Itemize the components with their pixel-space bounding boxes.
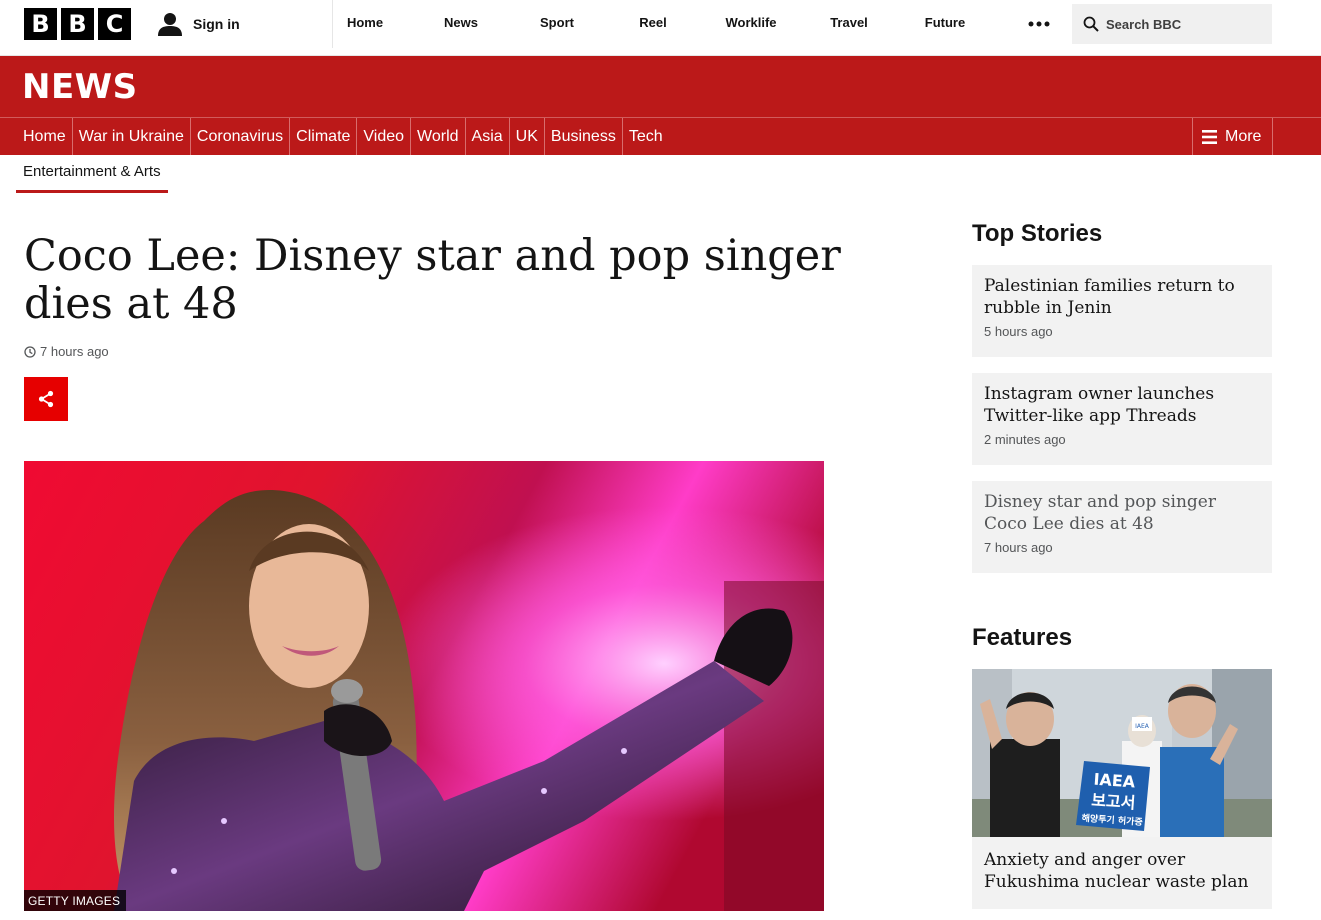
section-nav-climate[interactable]: Climate bbox=[289, 118, 356, 155]
more-dots-icon[interactable] bbox=[1025, 10, 1053, 38]
subsection-entertainment-arts[interactable]: Entertainment & Arts bbox=[16, 155, 168, 193]
top-story-time: 5 hours ago bbox=[984, 324, 1053, 339]
section-nav-coronavirus[interactable]: Coronavirus bbox=[189, 118, 289, 155]
more-menu-label: More bbox=[1225, 127, 1262, 145]
top-stories-heading: Top Stories bbox=[972, 220, 1103, 247]
section-nav-label: Video bbox=[363, 127, 405, 145]
section-nav-business[interactable]: Business bbox=[543, 118, 622, 155]
global-nav-travel[interactable]: Travel bbox=[785, 0, 913, 46]
feature-card[interactable]: IAEA IAEA 보고서 해양투기 허가증 Anxiety and anger… bbox=[972, 669, 1272, 909]
top-story-time: 2 minutes ago bbox=[984, 432, 1066, 447]
section-nav-war-in-ukraine[interactable]: War in Ukraine bbox=[71, 118, 190, 155]
global-nav-reel[interactable]: Reel bbox=[589, 0, 717, 46]
section-nav-asia[interactable]: Asia bbox=[464, 118, 509, 155]
search-input[interactable]: Search BBC bbox=[1072, 4, 1272, 44]
global-nav-news[interactable]: News bbox=[397, 0, 525, 46]
section-nav-label: Home bbox=[23, 127, 66, 145]
section-nav-uk[interactable]: UK bbox=[508, 118, 544, 155]
more-menu-button[interactable]: More bbox=[1192, 118, 1273, 155]
top-story-title: Palestinian families return to rubble in… bbox=[984, 276, 1235, 318]
global-nav: Home News Sport Reel Worklife Travel Fut… bbox=[332, 0, 1050, 48]
share-icon bbox=[38, 390, 54, 408]
sign-in-button[interactable]: Sign in bbox=[157, 10, 240, 38]
iaea-small-badge: IAEA bbox=[1135, 723, 1150, 730]
search-placeholder: Search BBC bbox=[1106, 16, 1182, 32]
bbc-logo-letter: C bbox=[98, 8, 131, 40]
section-nav-video[interactable]: Video bbox=[356, 118, 410, 155]
ellipsis-icon bbox=[1028, 21, 1050, 27]
global-nav-sport[interactable]: Sport bbox=[525, 0, 589, 46]
section-nav-label: Business bbox=[550, 127, 616, 145]
protest-sign-line: 보고서 bbox=[1091, 790, 1136, 812]
article-hero-image: GETTY IMAGES bbox=[24, 461, 824, 911]
feature-title: Anxiety and anger over Fukushima nuclear… bbox=[984, 850, 1249, 892]
top-story-title: Instagram owner launches Twitter-like ap… bbox=[984, 384, 1215, 426]
coco-lee-performing-photo bbox=[24, 461, 824, 911]
image-credit: GETTY IMAGES bbox=[24, 890, 127, 911]
bbc-global-header: B B C Sign in Home News Sport Reel Workl… bbox=[0, 0, 1321, 56]
protest-sign-line: IAEA bbox=[1093, 770, 1136, 792]
section-nav-world[interactable]: World bbox=[410, 118, 465, 155]
top-story-time: 7 hours ago bbox=[984, 540, 1053, 555]
bbc-logo-letter: B bbox=[61, 8, 94, 40]
features-heading: Features bbox=[972, 624, 1073, 651]
top-story-card[interactable]: Instagram owner launches Twitter-like ap… bbox=[972, 373, 1272, 465]
article-timestamp: 7 hours ago bbox=[24, 344, 109, 359]
fukushima-protest-photo: IAEA IAEA 보고서 해양투기 허가증 bbox=[972, 669, 1272, 837]
section-nav-label: World bbox=[417, 127, 459, 145]
global-nav-worklife[interactable]: Worklife bbox=[717, 0, 785, 46]
sign-in-label: Sign in bbox=[193, 16, 240, 32]
search-icon bbox=[1083, 16, 1099, 32]
news-section-nav: Home War in Ukraine Coronavirus Climate … bbox=[0, 117, 1321, 155]
global-nav-home[interactable]: Home bbox=[333, 0, 397, 46]
bbc-logo-letter: B bbox=[24, 8, 57, 40]
section-nav-label: UK bbox=[515, 127, 538, 145]
section-nav-label: Asia bbox=[471, 127, 503, 145]
section-nav-home[interactable]: Home bbox=[17, 118, 72, 155]
global-nav-future[interactable]: Future bbox=[913, 0, 977, 46]
clock-icon bbox=[24, 345, 36, 358]
section-nav-tech[interactable]: Tech bbox=[621, 118, 669, 155]
timestamp-text: 7 hours ago bbox=[40, 344, 109, 359]
share-button[interactable] bbox=[24, 377, 68, 421]
section-nav-label: Tech bbox=[628, 127, 663, 145]
hamburger-menu-icon bbox=[1202, 129, 1217, 144]
bbc-logo[interactable]: B B C bbox=[24, 8, 131, 40]
news-wordmark[interactable]: NEWS bbox=[22, 68, 138, 106]
section-nav-label: Climate bbox=[296, 127, 351, 145]
top-story-card[interactable]: Disney star and pop singer Coco Lee dies… bbox=[972, 481, 1272, 573]
section-nav-label: War in Ukraine bbox=[78, 127, 184, 145]
news-banner: NEWS bbox=[0, 56, 1321, 118]
top-story-title: Disney star and pop singer Coco Lee dies… bbox=[984, 492, 1216, 534]
secondary-nav: Entertainment & Arts bbox=[16, 155, 168, 193]
section-nav-label: Coronavirus bbox=[196, 127, 284, 145]
top-story-card[interactable]: Palestinian families return to rubble in… bbox=[972, 265, 1272, 357]
article-headline: Coco Lee: Disney star and pop singer die… bbox=[24, 231, 841, 329]
user-icon bbox=[158, 13, 182, 36]
